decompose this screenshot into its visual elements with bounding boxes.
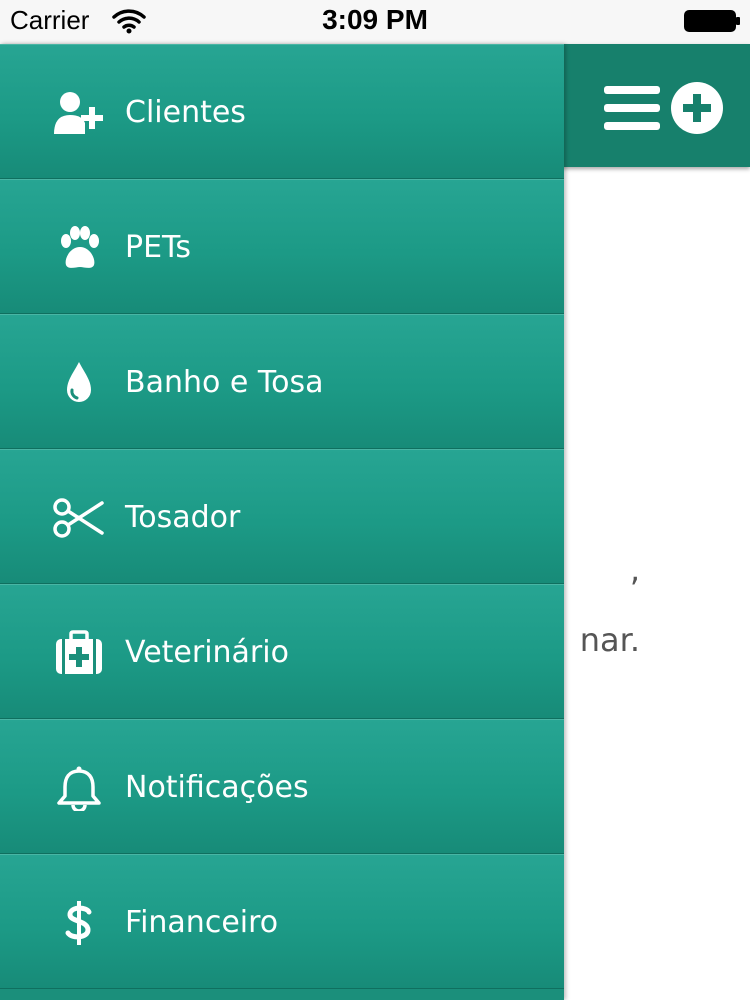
paw-icon [52, 225, 106, 271]
status-time: 3:09 PM [322, 4, 428, 35]
add-user-icon [52, 90, 106, 136]
hamburger-icon[interactable] [602, 80, 662, 136]
menu-item-label: Notificações [125, 770, 309, 805]
menu-item-tosador[interactable]: Tosador [0, 449, 564, 584]
plus-circle-icon[interactable] [668, 80, 726, 136]
menu-item-label: Banho e Tosa [125, 365, 324, 400]
medical-kit-icon [52, 630, 106, 676]
menu-item-label: PETs [125, 230, 192, 265]
status-bar: Carrier 3:09 PM [0, 0, 750, 44]
menu-item-label: Tosador [125, 500, 241, 535]
navigation-drawer: Clientes PETs Banho e Tosa Tosador Veter… [0, 44, 564, 1000]
dollar-icon [52, 900, 106, 946]
menu-item-veterinario[interactable]: Veterinário [0, 584, 564, 719]
menu-item-clientes[interactable]: Clientes [0, 44, 564, 179]
menu-item-label: Financeiro [125, 905, 279, 940]
header-actions [600, 80, 730, 136]
menu-item-banho-e-tosa[interactable]: Banho e Tosa [0, 314, 564, 449]
bell-icon [52, 765, 106, 811]
scissors-icon [52, 495, 106, 541]
menu-item-financeiro[interactable]: Financeiro [0, 854, 564, 989]
drop-icon [52, 360, 106, 406]
menu-item-label: Clientes [125, 95, 246, 130]
menu-item-pets[interactable]: PETs [0, 179, 564, 314]
battery-icon [684, 10, 742, 32]
menu-item-notificacoes[interactable]: Notificações [0, 719, 564, 854]
menu-item-label: Veterinário [125, 635, 289, 670]
